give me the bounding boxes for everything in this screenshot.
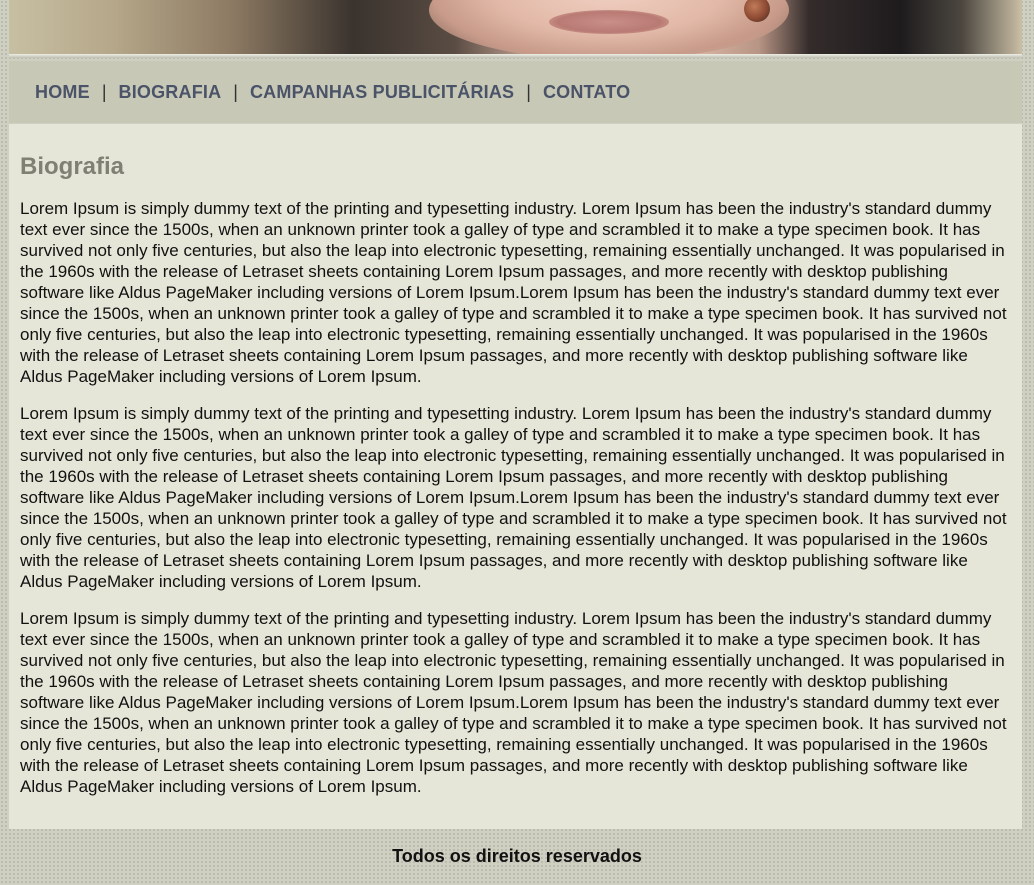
nav-link-biografia[interactable]: BIOGRAFIA: [119, 82, 222, 103]
nav-link-home[interactable]: HOME: [35, 82, 90, 103]
page-container: HOME | BIOGRAFIA | CAMPANHAS PUBLICITÁRI…: [9, 0, 1022, 829]
main-content: Biografia Lorem Ipsum is simply dummy te…: [9, 124, 1022, 829]
page-title: Biografia: [20, 153, 125, 180]
banner-divider: [9, 54, 1022, 58]
nav-separator: |: [526, 81, 531, 102]
main-navigation: HOME | BIOGRAFIA | CAMPANHAS PUBLICITÁRI…: [9, 61, 1022, 123]
header-banner-image: [9, 0, 1022, 58]
nav-link-contato[interactable]: CONTATO: [543, 82, 630, 103]
content-paragraph: Lorem Ipsum is simply dummy text of the …: [20, 609, 1007, 796]
footer-copyright: Todos os direitos reservados: [392, 846, 642, 866]
banner-lips-shape: [549, 10, 669, 34]
content-paragraph: Lorem Ipsum is simply dummy text of the …: [20, 199, 1007, 386]
nav-link-campanhas[interactable]: CAMPANHAS PUBLICITÁRIAS: [250, 82, 514, 103]
nav-separator: |: [233, 81, 238, 102]
nav-separator: |: [101, 81, 107, 102]
content-paragraph: Lorem Ipsum is simply dummy text of the …: [20, 404, 1007, 591]
